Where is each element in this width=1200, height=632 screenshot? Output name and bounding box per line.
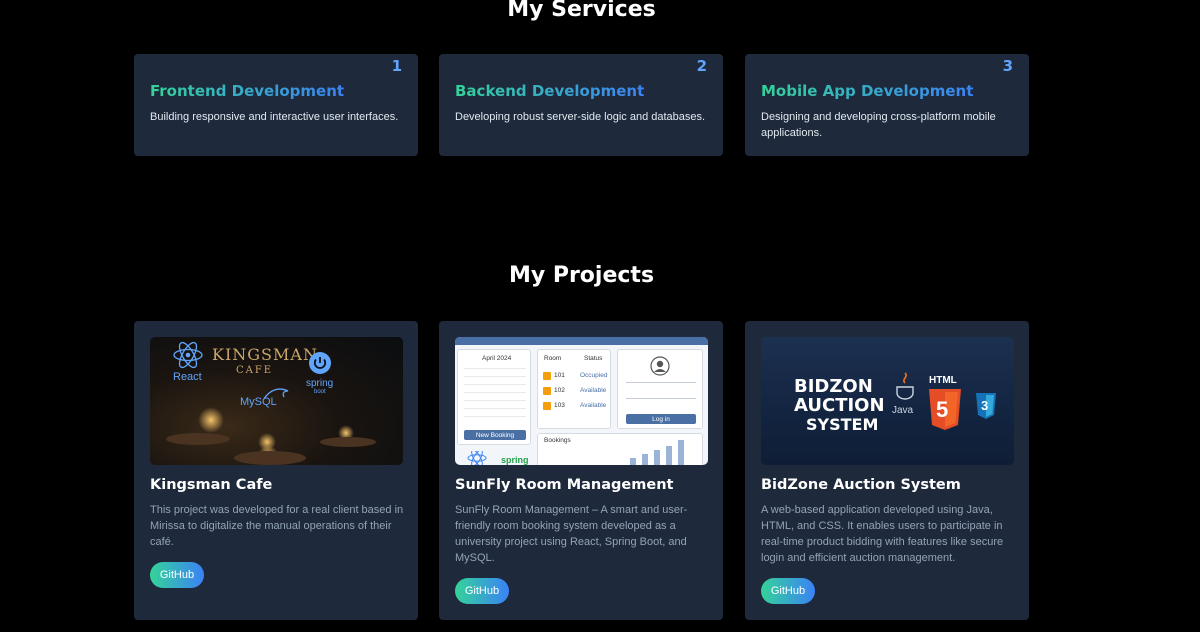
project-card-kingsman: React KINGSMAN CAFE spring boot MySQL Ki…	[134, 321, 418, 620]
project-thumbnail-sunfly: April 2024 New Booking Room Status 101 O…	[455, 337, 708, 465]
bid-logo-line2: AUCTION	[794, 395, 885, 416]
project-thumbnail-kingsman: React KINGSMAN CAFE spring boot MySQL	[150, 337, 403, 465]
calendar-panel: April 2024 New Booking	[457, 349, 531, 445]
bid-logo-line1: BIDZON	[794, 376, 873, 397]
service-description: Designing and developing cross-platform …	[761, 111, 996, 139]
service-description: Developing robust server-side logic and …	[455, 111, 706, 123]
html-label: HTML	[929, 375, 957, 386]
new-booking-button: New Booking	[464, 430, 526, 440]
service-card-mobile: 3 Mobile App Development Designing and d…	[745, 54, 1029, 156]
projects-section-title: My Projects	[508, 263, 655, 288]
service-number: 3	[1002, 57, 1013, 75]
service-title: Mobile App Development	[761, 82, 974, 100]
room-icon	[543, 387, 551, 395]
project-description: This project was developed for a real cl…	[150, 504, 404, 548]
room-icon	[543, 372, 551, 380]
github-button[interactable]: GitHub	[455, 578, 509, 604]
service-title: Frontend Development	[150, 82, 345, 100]
room-status: Available	[580, 402, 607, 409]
service-description: Building responsive and interactive user…	[150, 111, 399, 123]
chart-bar	[666, 446, 672, 465]
bookings-panel: Bookings	[537, 433, 703, 465]
project-card-bidzone: BIDZON AUCTION SYSTEM Java HTML 5 3 BidZ…	[745, 321, 1029, 620]
user-avatar-icon	[650, 356, 670, 376]
react-label: React	[173, 371, 202, 383]
project-card-sunfly: April 2024 New Booking Room Status 101 O…	[439, 321, 723, 620]
service-card-frontend: 1 Frontend Development Building responsi…	[134, 54, 418, 156]
project-thumbnail-bidzone: BIDZON AUCTION SYSTEM Java HTML 5 3	[761, 337, 1014, 465]
room-status: Available	[580, 387, 607, 394]
spring-label: spring	[306, 378, 334, 389]
service-title: Backend Development	[455, 82, 645, 100]
cafe-sign-title: KINGSMAN	[212, 345, 318, 364]
html5-number: 5	[936, 397, 949, 422]
cafe-table	[320, 437, 376, 447]
room-icon	[543, 402, 551, 410]
status-header: Status	[584, 355, 603, 362]
spring-power-icon	[309, 352, 331, 374]
project-title: BidZone Auction System	[761, 477, 961, 493]
form-line	[626, 398, 696, 399]
github-button[interactable]: GitHub	[761, 578, 815, 604]
react-icon	[467, 451, 487, 465]
login-button: Log in	[626, 414, 696, 424]
java-cup-icon	[896, 372, 914, 400]
github-button[interactable]: GitHub	[150, 562, 204, 588]
react-icon	[173, 341, 203, 369]
room-number: 102	[554, 387, 565, 394]
chart-bar	[630, 458, 636, 465]
project-title: SunFly Room Management	[455, 477, 674, 493]
lamp-glow	[198, 407, 224, 433]
spring-label: spring	[501, 455, 529, 465]
mysql-label: MySQL	[240, 396, 277, 408]
login-panel: Log in	[617, 349, 703, 429]
room-number: 101	[554, 372, 565, 379]
chart-bar	[642, 454, 648, 465]
rooms-panel: Room Status 101 Occupied 102 Available 1…	[537, 349, 611, 429]
room-number: 103	[554, 402, 565, 409]
room-header: Room	[544, 355, 562, 362]
form-line	[626, 382, 696, 383]
service-number: 2	[696, 57, 707, 75]
bookings-label: Bookings	[544, 437, 571, 444]
room-status: Occupied	[580, 372, 608, 379]
project-description: SunFly Room Management – A smart and use…	[455, 504, 688, 564]
chart-bar	[678, 440, 684, 465]
cafe-table	[234, 451, 306, 465]
service-card-backend: 2 Backend Development Developing robust …	[439, 54, 723, 156]
header-bar	[455, 337, 708, 345]
project-title: Kingsman Cafe	[150, 477, 273, 493]
services-section-title: My Services	[507, 0, 656, 22]
css3-number: 3	[981, 398, 989, 413]
boot-label: boot	[314, 389, 326, 395]
chart-bar	[654, 450, 660, 465]
calendar-grid	[464, 368, 526, 424]
cafe-table	[166, 433, 230, 445]
service-number: 1	[391, 57, 402, 75]
project-description: A web-based application developed using …	[761, 504, 1004, 564]
cafe-sign-sub: CAFE	[236, 365, 274, 376]
bid-logo-line3: SYSTEM	[806, 415, 879, 434]
calendar-month: April 2024	[482, 355, 512, 362]
java-label: Java	[892, 405, 914, 416]
